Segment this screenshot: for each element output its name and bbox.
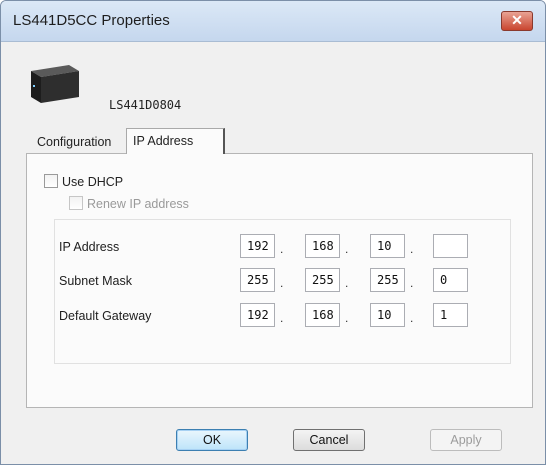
subnet-mask-label: Subnet Mask [59, 274, 132, 288]
subnet-mask-octet-1[interactable]: 255 [240, 268, 275, 292]
use-dhcp-label: Use DHCP [62, 175, 124, 189]
ip-address-octet-3[interactable]: 10 [370, 234, 405, 258]
default-gateway-octet-3[interactable]: 10 [370, 303, 405, 327]
subnet-mask-octet-2[interactable]: 255 [305, 268, 340, 292]
use-dhcp-checkbox[interactable] [44, 174, 58, 188]
ip-address-panel: Use DHCP Renew IP address IP Address 192… [26, 153, 533, 408]
octet-separator: . [410, 242, 414, 256]
renew-ip-checkbox [69, 196, 83, 210]
octet-separator: . [345, 311, 349, 325]
tab-configuration[interactable]: Configuration [31, 131, 118, 154]
ip-address-label: IP Address [59, 240, 120, 254]
octet-separator: . [280, 311, 284, 325]
octet-separator: . [345, 242, 349, 256]
octet-separator: . [410, 276, 414, 290]
default-gateway-octet-2[interactable]: 168 [305, 303, 340, 327]
ip-settings-group: IP Address 192 . 168 . 10 . Subnet Mask … [54, 219, 511, 364]
default-gateway-octet-4[interactable]: 1 [433, 303, 468, 327]
cancel-button[interactable]: Cancel [293, 429, 365, 451]
subnet-mask-octet-4[interactable]: 0 [433, 268, 468, 292]
title-bar: LS441D5CC Properties ✕ [1, 1, 545, 42]
octet-separator: . [280, 276, 284, 290]
tab-ip-address[interactable]: IP Address [126, 128, 225, 154]
properties-dialog: LS441D5CC Properties ✕ LS441D0804 Config… [0, 0, 546, 465]
octet-separator: . [345, 276, 349, 290]
window-title: LS441D5CC Properties [13, 12, 170, 29]
ok-button[interactable]: OK [176, 429, 248, 451]
apply-button: Apply [430, 429, 502, 451]
use-dhcp-row[interactable]: Use DHCP [44, 174, 123, 189]
close-button[interactable]: ✕ [501, 11, 533, 31]
default-gateway-label: Default Gateway [59, 309, 152, 323]
ip-address-octet-1[interactable]: 192 [240, 234, 275, 258]
octet-separator: . [410, 311, 414, 325]
nas-device-icon [31, 65, 79, 103]
device-name-label: LS441D0804 [109, 98, 182, 112]
subnet-mask-octet-3[interactable]: 255 [370, 268, 405, 292]
octet-separator: . [280, 242, 284, 256]
renew-ip-label: Renew IP address [87, 197, 189, 211]
renew-ip-row: Renew IP address [69, 196, 189, 211]
default-gateway-octet-1[interactable]: 192 [240, 303, 275, 327]
ip-address-octet-2[interactable]: 168 [305, 234, 340, 258]
ip-address-octet-4[interactable] [433, 234, 468, 258]
